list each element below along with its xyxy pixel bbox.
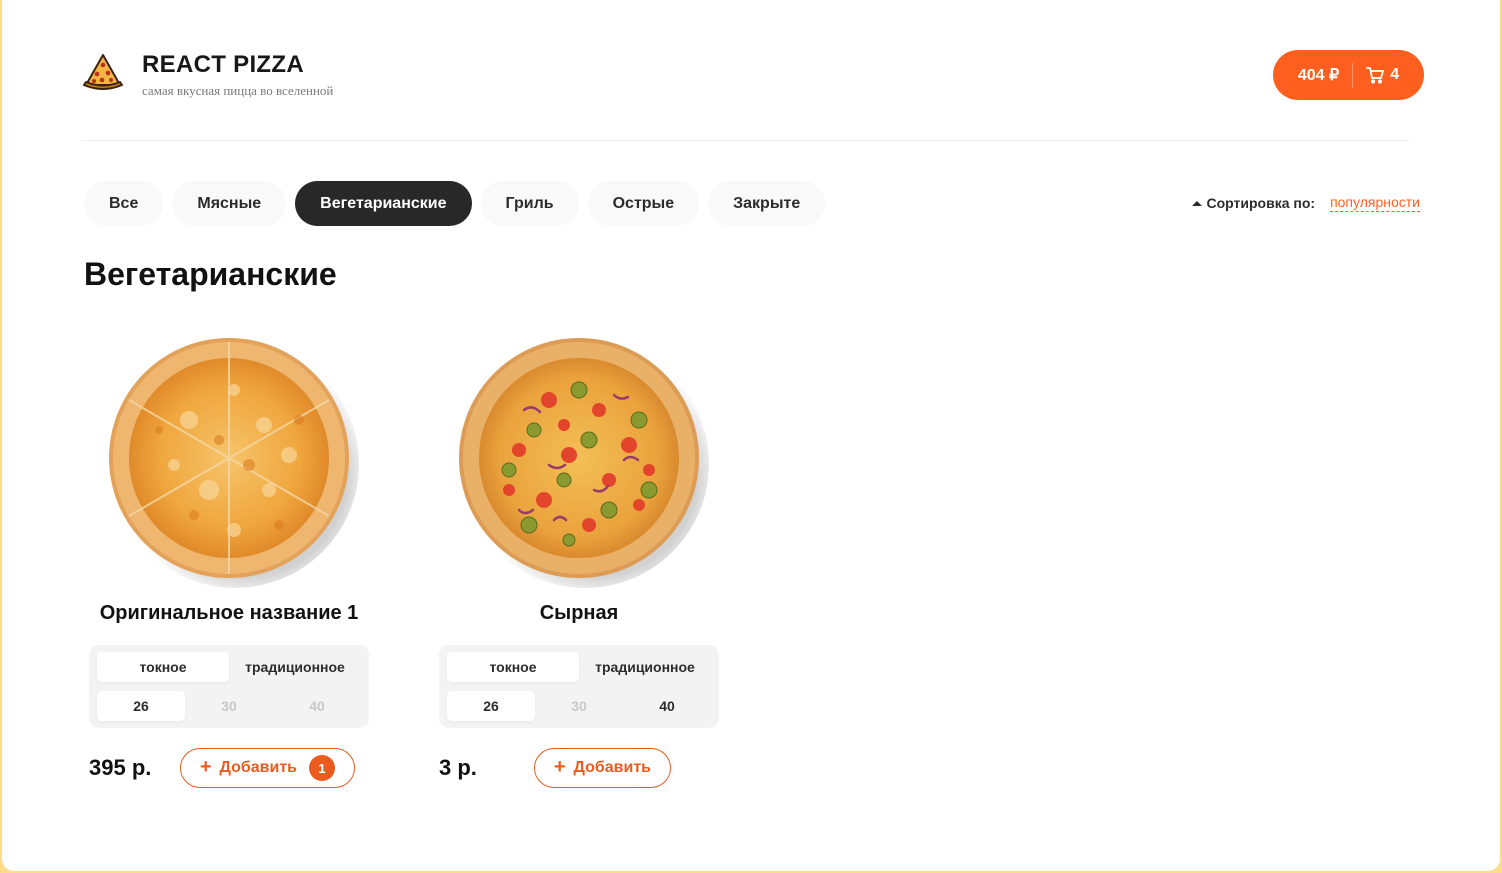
pizza-options: токное традиционное 26 30 40: [439, 645, 719, 728]
category-meat[interactable]: Мясные: [172, 181, 287, 226]
pizza-card: Сырная токное традиционное 26 30 40 3 р.…: [439, 330, 719, 788]
logo[interactable]: REACT PIZZA самая вкусная пицца во вселе…: [82, 50, 333, 99]
size-40-option: 40: [309, 698, 325, 714]
pizza-price: 395 р.: [89, 755, 152, 780]
pizza-name: Сырная: [539, 602, 619, 624]
category-grill[interactable]: Гриль: [480, 181, 579, 226]
plus-icon: +: [199, 755, 212, 778]
category-vegetarian[interactable]: Вегетарианские: [295, 181, 472, 226]
pizza-image: [109, 338, 359, 588]
dough-traditional-option[interactable]: традиционное: [229, 652, 361, 682]
add-label: Добавить: [219, 759, 298, 776]
page-frame: REACT PIZZA самая вкусная пицца во вселе…: [2, 0, 1500, 871]
dough-thin-option[interactable]: токное: [97, 652, 229, 682]
pizza-name: Оригинальное название 1: [99, 602, 359, 624]
app-subtitle: самая вкусная пицца во вселенной: [142, 83, 334, 98]
size-30-option: 30: [221, 698, 237, 714]
category-closed[interactable]: Закрыте: [708, 181, 826, 226]
sort-control: Сортировка по: популярности: [1191, 194, 1420, 212]
pizza-options: токное традиционное 26 30 40: [89, 645, 369, 728]
size-26-option[interactable]: 26: [97, 691, 185, 721]
section-title: Вегетарианские: [84, 256, 337, 292]
category-all[interactable]: Все: [84, 181, 164, 226]
size-40-option[interactable]: 40: [623, 691, 711, 721]
pizza-price: 3 р.: [439, 755, 477, 780]
pizza-image: [459, 338, 709, 588]
add-to-cart-button[interactable]: + Добавить: [533, 748, 671, 788]
header-divider: [82, 140, 1410, 141]
app-title: REACT PIZZA: [142, 51, 304, 78]
cart-total: 404 ₽: [1297, 67, 1340, 84]
dough-thin-option[interactable]: токное: [447, 652, 579, 682]
sort-label: Сортировка по:: [1206, 195, 1316, 211]
add-to-cart-button[interactable]: + Добавить 1: [179, 748, 355, 788]
category-tabs: Все Мясные Вегетарианские Гриль Острые З…: [84, 181, 834, 226]
dough-traditional-option[interactable]: традиционное: [579, 652, 711, 682]
category-spicy[interactable]: Острые: [587, 181, 700, 226]
added-count-badge: 1: [309, 755, 335, 781]
cart-icon: [1366, 67, 1385, 84]
header: REACT PIZZA самая вкусная пицца во вселе…: [82, 46, 1424, 104]
sort-value-dropdown[interactable]: популярности: [1330, 194, 1420, 212]
plus-icon: +: [553, 755, 566, 778]
size-30-option: 30: [571, 698, 587, 714]
cart-button[interactable]: 404 ₽ 4: [1273, 50, 1424, 100]
pizza-card: Оригинальное название 1 токное традицион…: [89, 330, 369, 788]
cart-count: 4: [1390, 66, 1400, 83]
size-26-option[interactable]: 26: [447, 691, 535, 721]
add-label: Добавить: [573, 759, 652, 776]
sort-arrow-icon[interactable]: [1191, 200, 1202, 206]
pizza-logo-icon: [83, 54, 123, 90]
